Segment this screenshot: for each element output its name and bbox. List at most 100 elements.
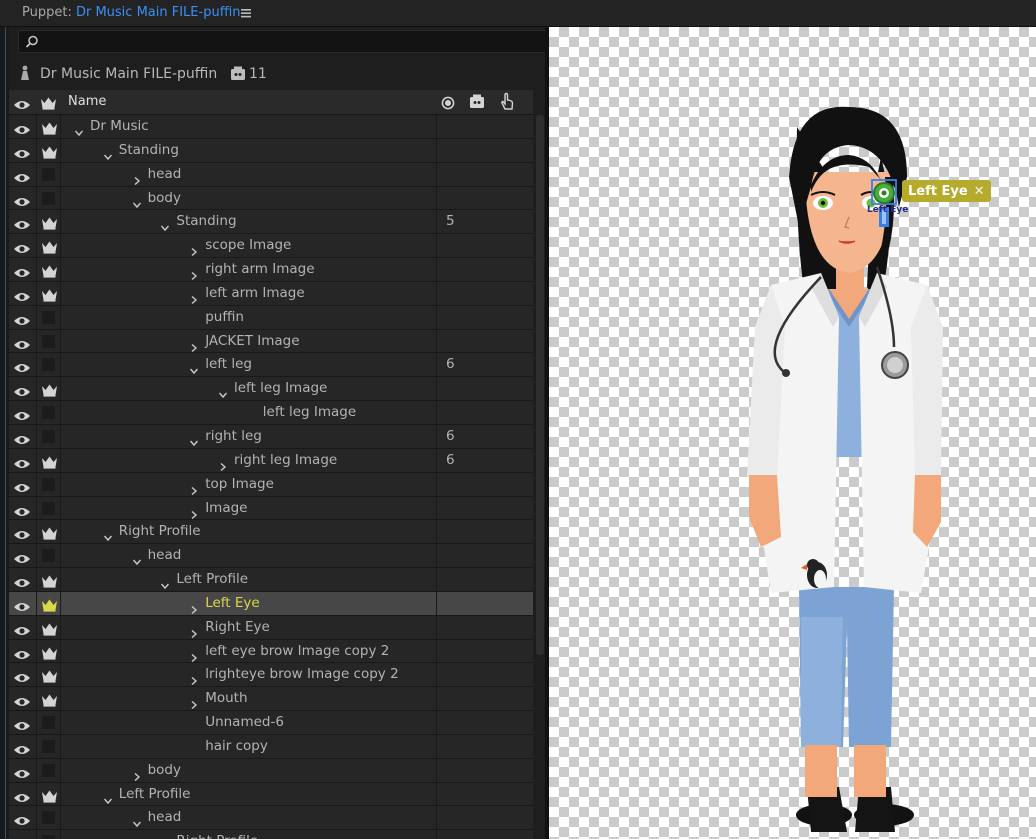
independent-toggle[interactable]	[36, 520, 61, 544]
layer-row[interactable]: Standing	[9, 138, 533, 163]
independent-toggle[interactable]	[36, 305, 61, 329]
layer-row[interactable]: head	[9, 806, 533, 831]
layer-row[interactable]: right leg Image 6	[9, 448, 533, 473]
layer-row[interactable]: left leg Image	[9, 377, 533, 402]
visibility-toggle[interactable]	[9, 210, 36, 233]
layer-row[interactable]: left leg Image	[9, 401, 533, 425]
record-column-icon[interactable]	[441, 95, 455, 114]
visibility-toggle[interactable]	[9, 616, 36, 639]
chevron-down-icon[interactable]	[218, 384, 228, 399]
chevron-right-icon[interactable]	[190, 623, 198, 638]
chevron-right-icon[interactable]	[219, 456, 227, 471]
visibility-toggle[interactable]	[9, 640, 36, 663]
visibility-toggle[interactable]	[9, 330, 36, 353]
visibility-toggle[interactable]	[9, 497, 36, 520]
visibility-toggle[interactable]	[9, 306, 36, 329]
independent-toggle[interactable]	[36, 115, 61, 138]
layer-row[interactable]: Dr Music	[9, 115, 533, 139]
independent-toggle[interactable]	[36, 734, 61, 758]
visibility-toggle[interactable]	[9, 115, 36, 138]
chevron-right-icon[interactable]	[190, 647, 198, 662]
visibility-toggle[interactable]	[9, 520, 36, 543]
chevron-down-icon[interactable]	[132, 551, 141, 566]
layer-row[interactable]: Left Eye	[9, 591, 533, 616]
visibility-toggle[interactable]	[9, 353, 36, 376]
panel-menu-icon[interactable]	[240, 4, 252, 18]
visibility-toggle[interactable]	[9, 592, 36, 615]
layer-row[interactable]: scope Image	[9, 234, 533, 259]
chevron-right-icon[interactable]	[190, 694, 198, 710]
chevron-right-icon[interactable]	[190, 289, 198, 304]
behaviors-column-icon[interactable]	[469, 94, 485, 113]
chevron-right-icon[interactable]	[190, 337, 198, 352]
independent-toggle[interactable]	[36, 591, 61, 615]
layer-row[interactable]: left eye brow Image copy 2	[9, 639, 533, 664]
layer-row[interactable]: Image	[9, 496, 533, 521]
independent-toggle[interactable]	[36, 424, 61, 448]
independent-toggle[interactable]	[36, 448, 61, 472]
chevron-down-icon[interactable]	[74, 122, 84, 137]
selected-group-tag[interactable]: Left Eye ✕	[902, 180, 991, 202]
crown-column-icon[interactable]	[40, 95, 57, 114]
independent-toggle[interactable]	[36, 544, 61, 568]
independent-toggle[interactable]	[36, 639, 61, 663]
chevron-right-icon[interactable]	[190, 241, 198, 257]
independent-toggle[interactable]	[36, 472, 61, 496]
visibility-toggle[interactable]	[9, 425, 36, 448]
chevron-down-icon[interactable]	[161, 217, 170, 232]
independent-toggle[interactable]	[36, 353, 61, 377]
independent-toggle[interactable]	[36, 758, 61, 782]
visibility-toggle[interactable]	[9, 449, 36, 472]
layer-tree-scrollbar[interactable]	[536, 115, 544, 655]
visibility-toggle[interactable]	[9, 783, 36, 806]
layer-row[interactable]: top Image	[9, 472, 533, 497]
search-input[interactable]	[18, 30, 545, 53]
independent-toggle[interactable]	[36, 186, 61, 210]
chevron-right-icon[interactable]	[133, 766, 141, 781]
chevron-right-icon[interactable]	[133, 170, 141, 185]
layer-row[interactable]: Right Eye	[9, 615, 533, 640]
layer-row[interactable]: right leg 6	[9, 424, 533, 449]
visibility-column-icon[interactable]	[13, 96, 31, 115]
layer-row[interactable]: body	[9, 758, 533, 783]
layer-row[interactable]: right arm Image	[9, 258, 533, 282]
layer-row[interactable]: hair copy	[9, 734, 533, 759]
chevron-down-icon[interactable]	[103, 527, 112, 542]
layer-row[interactable]: Standing 5	[9, 210, 533, 235]
visibility-toggle[interactable]	[9, 401, 36, 424]
independent-toggle[interactable]	[36, 377, 61, 401]
independent-toggle[interactable]	[36, 568, 61, 591]
chevron-down-icon[interactable]	[190, 432, 199, 447]
chevron-down-icon[interactable]	[161, 575, 170, 590]
independent-toggle[interactable]	[36, 711, 61, 734]
visibility-toggle[interactable]	[9, 234, 36, 257]
layer-row[interactable]: Right Profile	[9, 520, 533, 545]
layer-row[interactable]: JACKET Image	[9, 329, 533, 354]
independent-toggle[interactable]	[36, 830, 61, 839]
independent-toggle[interactable]	[36, 210, 61, 234]
chevron-right-icon[interactable]	[190, 265, 198, 281]
visibility-toggle[interactable]	[9, 663, 36, 686]
visibility-toggle[interactable]	[9, 568, 36, 591]
independent-toggle[interactable]	[36, 281, 61, 305]
visibility-toggle[interactable]	[9, 187, 36, 210]
independent-toggle[interactable]	[36, 162, 61, 186]
visibility-toggle[interactable]	[9, 830, 36, 839]
chevron-down-icon[interactable]	[132, 813, 141, 828]
visibility-toggle[interactable]	[9, 735, 36, 758]
independent-toggle[interactable]	[36, 687, 61, 711]
independent-toggle[interactable]	[36, 782, 61, 806]
layer-row[interactable]: Right Profile	[9, 830, 533, 839]
visibility-toggle[interactable]	[9, 258, 36, 281]
chevron-down-icon[interactable]	[190, 360, 199, 375]
independent-toggle[interactable]	[36, 615, 61, 639]
visibility-toggle[interactable]	[9, 544, 36, 567]
independent-toggle[interactable]	[36, 258, 61, 281]
visibility-toggle[interactable]	[9, 711, 36, 734]
layer-row[interactable]: head	[9, 544, 533, 569]
chevron-down-icon[interactable]	[132, 194, 141, 208]
chevron-down-icon[interactable]	[103, 790, 112, 804]
visibility-toggle[interactable]	[9, 473, 36, 496]
layer-row[interactable]: lrighteye brow Image copy 2	[9, 663, 533, 688]
layer-row[interactable]: head	[9, 162, 533, 187]
